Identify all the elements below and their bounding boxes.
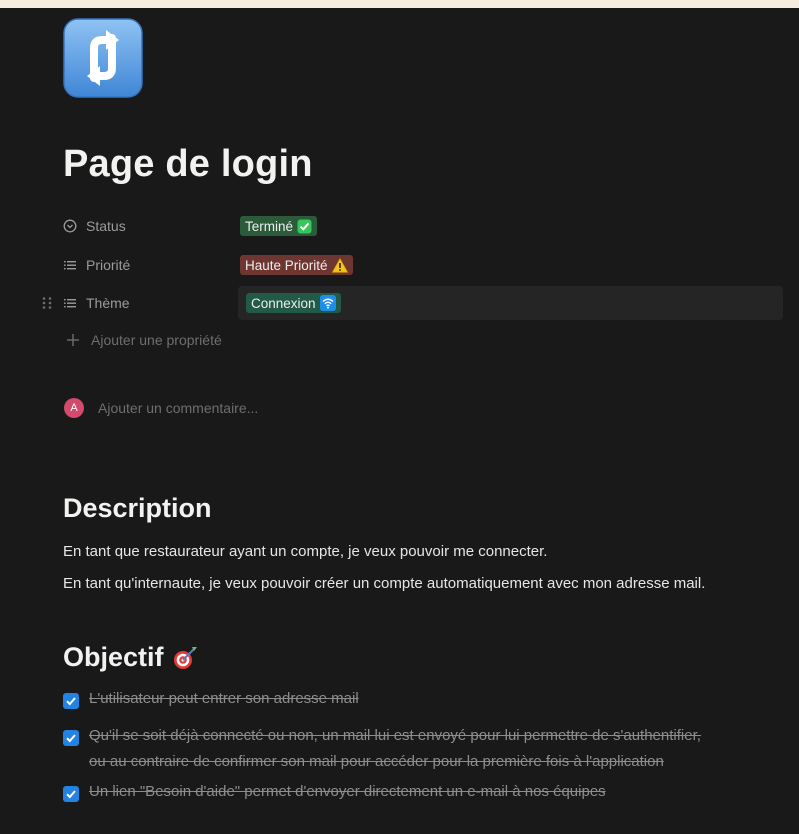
todo-item: Qu'il se soit déjà connecté ou non, un m…	[63, 727, 783, 775]
property-value-status[interactable]: Terminé	[238, 209, 783, 243]
repeat-arrows-icon[interactable]	[63, 18, 143, 98]
property-label-priorite[interactable]: Priorité	[63, 257, 238, 273]
todo-text[interactable]: L'utilisateur peut entrer son adresse ma…	[89, 686, 359, 712]
checkbox-checked[interactable]	[63, 786, 79, 802]
property-label-status[interactable]: Status	[63, 218, 238, 234]
property-label-theme[interactable]: Thème	[63, 295, 238, 311]
checkbox-checked[interactable]	[63, 693, 79, 709]
property-row-priorite: Priorité Haute Priorité	[63, 248, 783, 282]
objectif-heading[interactable]: Objectif	[63, 642, 198, 673]
drag-handle-icon[interactable]	[40, 296, 54, 310]
comment-placeholder: Ajouter un commentaire...	[98, 400, 259, 416]
list-icon	[63, 258, 77, 272]
avatar: A	[64, 398, 84, 418]
plus-icon	[66, 333, 80, 347]
status-circle-icon	[63, 219, 77, 233]
property-value-priorite[interactable]: Haute Priorité	[238, 248, 783, 282]
top-window-strip	[0, 0, 799, 8]
description-heading[interactable]: Description	[63, 493, 212, 524]
add-property-button[interactable]: Ajouter une propriété	[66, 332, 222, 348]
status-tag: Terminé	[240, 216, 318, 236]
property-row-status: Status Terminé	[63, 209, 783, 243]
theme-tag: Connexion	[246, 293, 341, 313]
description-paragraph-2[interactable]: En tant qu'internaute, je veux pouvoir c…	[63, 575, 705, 592]
check-mark-button-icon	[297, 219, 312, 234]
property-value-theme[interactable]: Connexion	[238, 286, 783, 320]
checkbox-checked[interactable]	[63, 730, 79, 746]
priority-tag: Haute Priorité	[240, 255, 353, 275]
description-paragraph-1[interactable]: En tant que restaurateur ayant un compte…	[63, 543, 547, 560]
todo-item: L'utilisateur peut entrer son adresse ma…	[63, 690, 783, 712]
property-row-theme: Thème Connexion	[63, 286, 783, 320]
warning-icon	[331, 257, 348, 273]
page-title[interactable]: Page de login	[63, 143, 313, 186]
todo-text[interactable]: Un lien "Besoin d'aide" permet d'envoyer…	[89, 779, 606, 805]
comment-input[interactable]: A Ajouter un commentaire...	[64, 398, 258, 418]
todo-item: Un lien "Besoin d'aide" permet d'envoyer…	[63, 783, 783, 805]
todo-text[interactable]: Qu'il se soit déjà connecté ou non, un m…	[89, 723, 701, 775]
wifi-icon	[319, 295, 336, 311]
list-icon	[63, 296, 77, 310]
target-dart-icon	[172, 646, 198, 670]
